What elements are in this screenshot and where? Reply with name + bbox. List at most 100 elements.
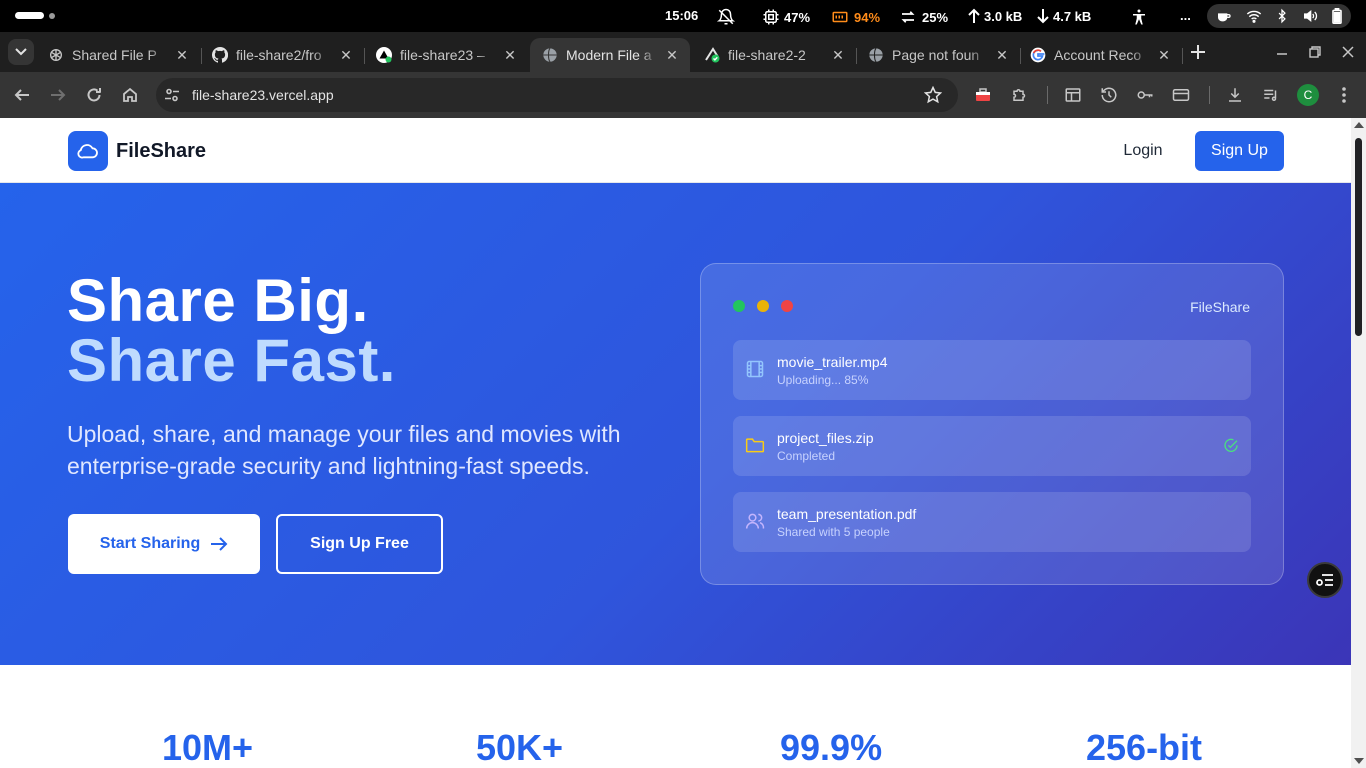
download-indicator: 4.7 kB [1037,8,1091,24]
close-window-button[interactable] [1336,40,1360,64]
signup-free-button[interactable]: Sign Up Free [276,514,443,574]
stat-value: 256-bit [1086,727,1203,768]
close-icon[interactable]: ✕ [662,45,682,65]
extensions-button[interactable] [1008,83,1032,107]
toolbar-divider [1209,86,1210,104]
extension-button[interactable] [971,83,995,107]
floating-assistant-button[interactable] [1307,562,1343,598]
browser-toolbar: file-share23.vercel.app C [0,72,1366,118]
history-icon [1101,87,1117,103]
close-icon[interactable]: ✕ [828,45,848,65]
music-queue-icon [1264,89,1277,101]
workspace-indicator[interactable] [15,12,44,19]
coffee-icon [1218,13,1231,22]
file-status: Uploading... 85% [777,373,869,387]
cpu-text: 47% [784,9,811,25]
star-icon[interactable] [923,85,943,109]
battery-indicator: 94% [830,8,880,26]
reload-button[interactable] [82,83,106,107]
credit-card-icon [1172,89,1190,101]
tab-6[interactable]: Account Reco ✕ [1018,38,1182,72]
tab-1[interactable]: file-share2/fro ✕ [200,38,364,72]
site-navbar: FileShare Login Sign Up [0,118,1351,183]
file-item[interactable]: movie_trailer.mp4 Uploading... 85% [733,340,1251,400]
menu-button[interactable] [1332,83,1356,107]
openai-icon [48,47,64,63]
hero-title-line-2: Share Fast. [67,327,396,394]
page-viewport: FileShare Login Sign Up Share Big. Share… [0,118,1351,768]
minimize-button[interactable] [1270,40,1294,64]
tab-5[interactable]: Page not foun ✕ [856,38,1020,72]
system-tray[interactable] [1207,4,1351,28]
traffic-light-red [781,300,793,312]
tab-2[interactable]: file-share23 – ✕ [364,38,528,72]
url-text[interactable]: file-share23.vercel.app [192,87,334,103]
toolbox-icon [976,88,990,101]
plus-icon [1191,45,1205,59]
file-status: Completed [777,449,836,463]
address-bar[interactable]: file-share23.vercel.app [156,78,958,112]
signup-button[interactable]: Sign Up [1195,131,1284,171]
file-item[interactable]: project_files.zip Completed [733,416,1251,476]
upload-indicator: 3.0 kB [968,8,1022,24]
github-icon [212,47,228,63]
passwords-button[interactable] [1133,83,1157,107]
brand-name[interactable]: FileShare [116,140,206,163]
arrow-left-icon [14,89,29,101]
tab-6-title: Account Reco [1054,47,1142,63]
check-circle-icon [1223,438,1239,459]
more-indicator[interactable]: ... [1180,8,1191,23]
payments-button[interactable] [1169,83,1193,107]
scroll-down-arrow[interactable] [1354,758,1364,764]
accessibility-icon[interactable] [1130,8,1148,26]
browser-tab-strip: Shared File P ✕ file-share2/fro ✕ file-s… [0,32,1366,72]
download-icon [1229,88,1241,102]
tab-search-button[interactable] [8,39,34,65]
close-icon[interactable]: ✕ [336,45,356,65]
login-link[interactable]: Login [1110,131,1176,171]
back-button[interactable] [10,83,34,107]
clock-text: 15:06 [665,8,699,23]
tab-3[interactable]: Modern File a ✕ [530,38,690,72]
close-icon[interactable]: ✕ [1154,45,1174,65]
hero-subtitle: Upload, share, and manage your files and… [67,421,621,479]
tab-4[interactable]: file-share2-2 ✕ [692,38,856,72]
scroll-up-arrow[interactable] [1354,122,1364,128]
dnd-icon [717,8,735,26]
page-scrollbar[interactable] [1351,118,1366,768]
new-tab-button[interactable] [1186,40,1210,64]
forward-button[interactable] [46,83,70,107]
tab-0[interactable]: Shared File P ✕ [36,38,200,72]
volume-icon [1304,9,1318,23]
maximize-button[interactable] [1303,40,1327,64]
history-button[interactable] [1097,83,1121,107]
logo[interactable] [68,131,108,171]
traffic-light-yellow [757,300,769,312]
arrow-right-icon [51,89,66,101]
start-sharing-button[interactable]: Start Sharing [68,514,260,574]
home-button[interactable] [118,83,142,107]
stats-section: 10M+ 50K+ 99.9% 256-bit [0,665,1351,768]
scrollbar-thumb[interactable] [1355,138,1362,336]
close-icon[interactable]: ✕ [500,45,520,65]
tab-3-title: Modern File a [566,47,652,63]
file-name: movie_trailer.mp4 [777,354,888,370]
cloud-icon [77,144,98,159]
file-status: Shared with 5 people [777,525,890,539]
arrow-up-icon [968,8,980,23]
site-info-icon[interactable] [164,87,180,108]
profile-button[interactable]: C [1296,83,1320,107]
workspace-dot[interactable] [49,13,55,19]
chevron-down-icon [15,48,27,56]
globe-icon [868,47,884,63]
more-text: ... [1180,8,1191,23]
close-icon[interactable]: ✕ [992,45,1012,65]
side-panel-icon [1065,88,1081,102]
reading-mode-button[interactable] [1061,83,1085,107]
media-controls-button[interactable] [1259,83,1283,107]
file-item[interactable]: team_presentation.pdf Shared with 5 peop… [733,492,1251,552]
arrow-right-icon [211,537,228,551]
close-icon[interactable]: ✕ [172,45,192,65]
downloads-button[interactable] [1223,83,1247,107]
traffic-light-green [733,300,745,312]
